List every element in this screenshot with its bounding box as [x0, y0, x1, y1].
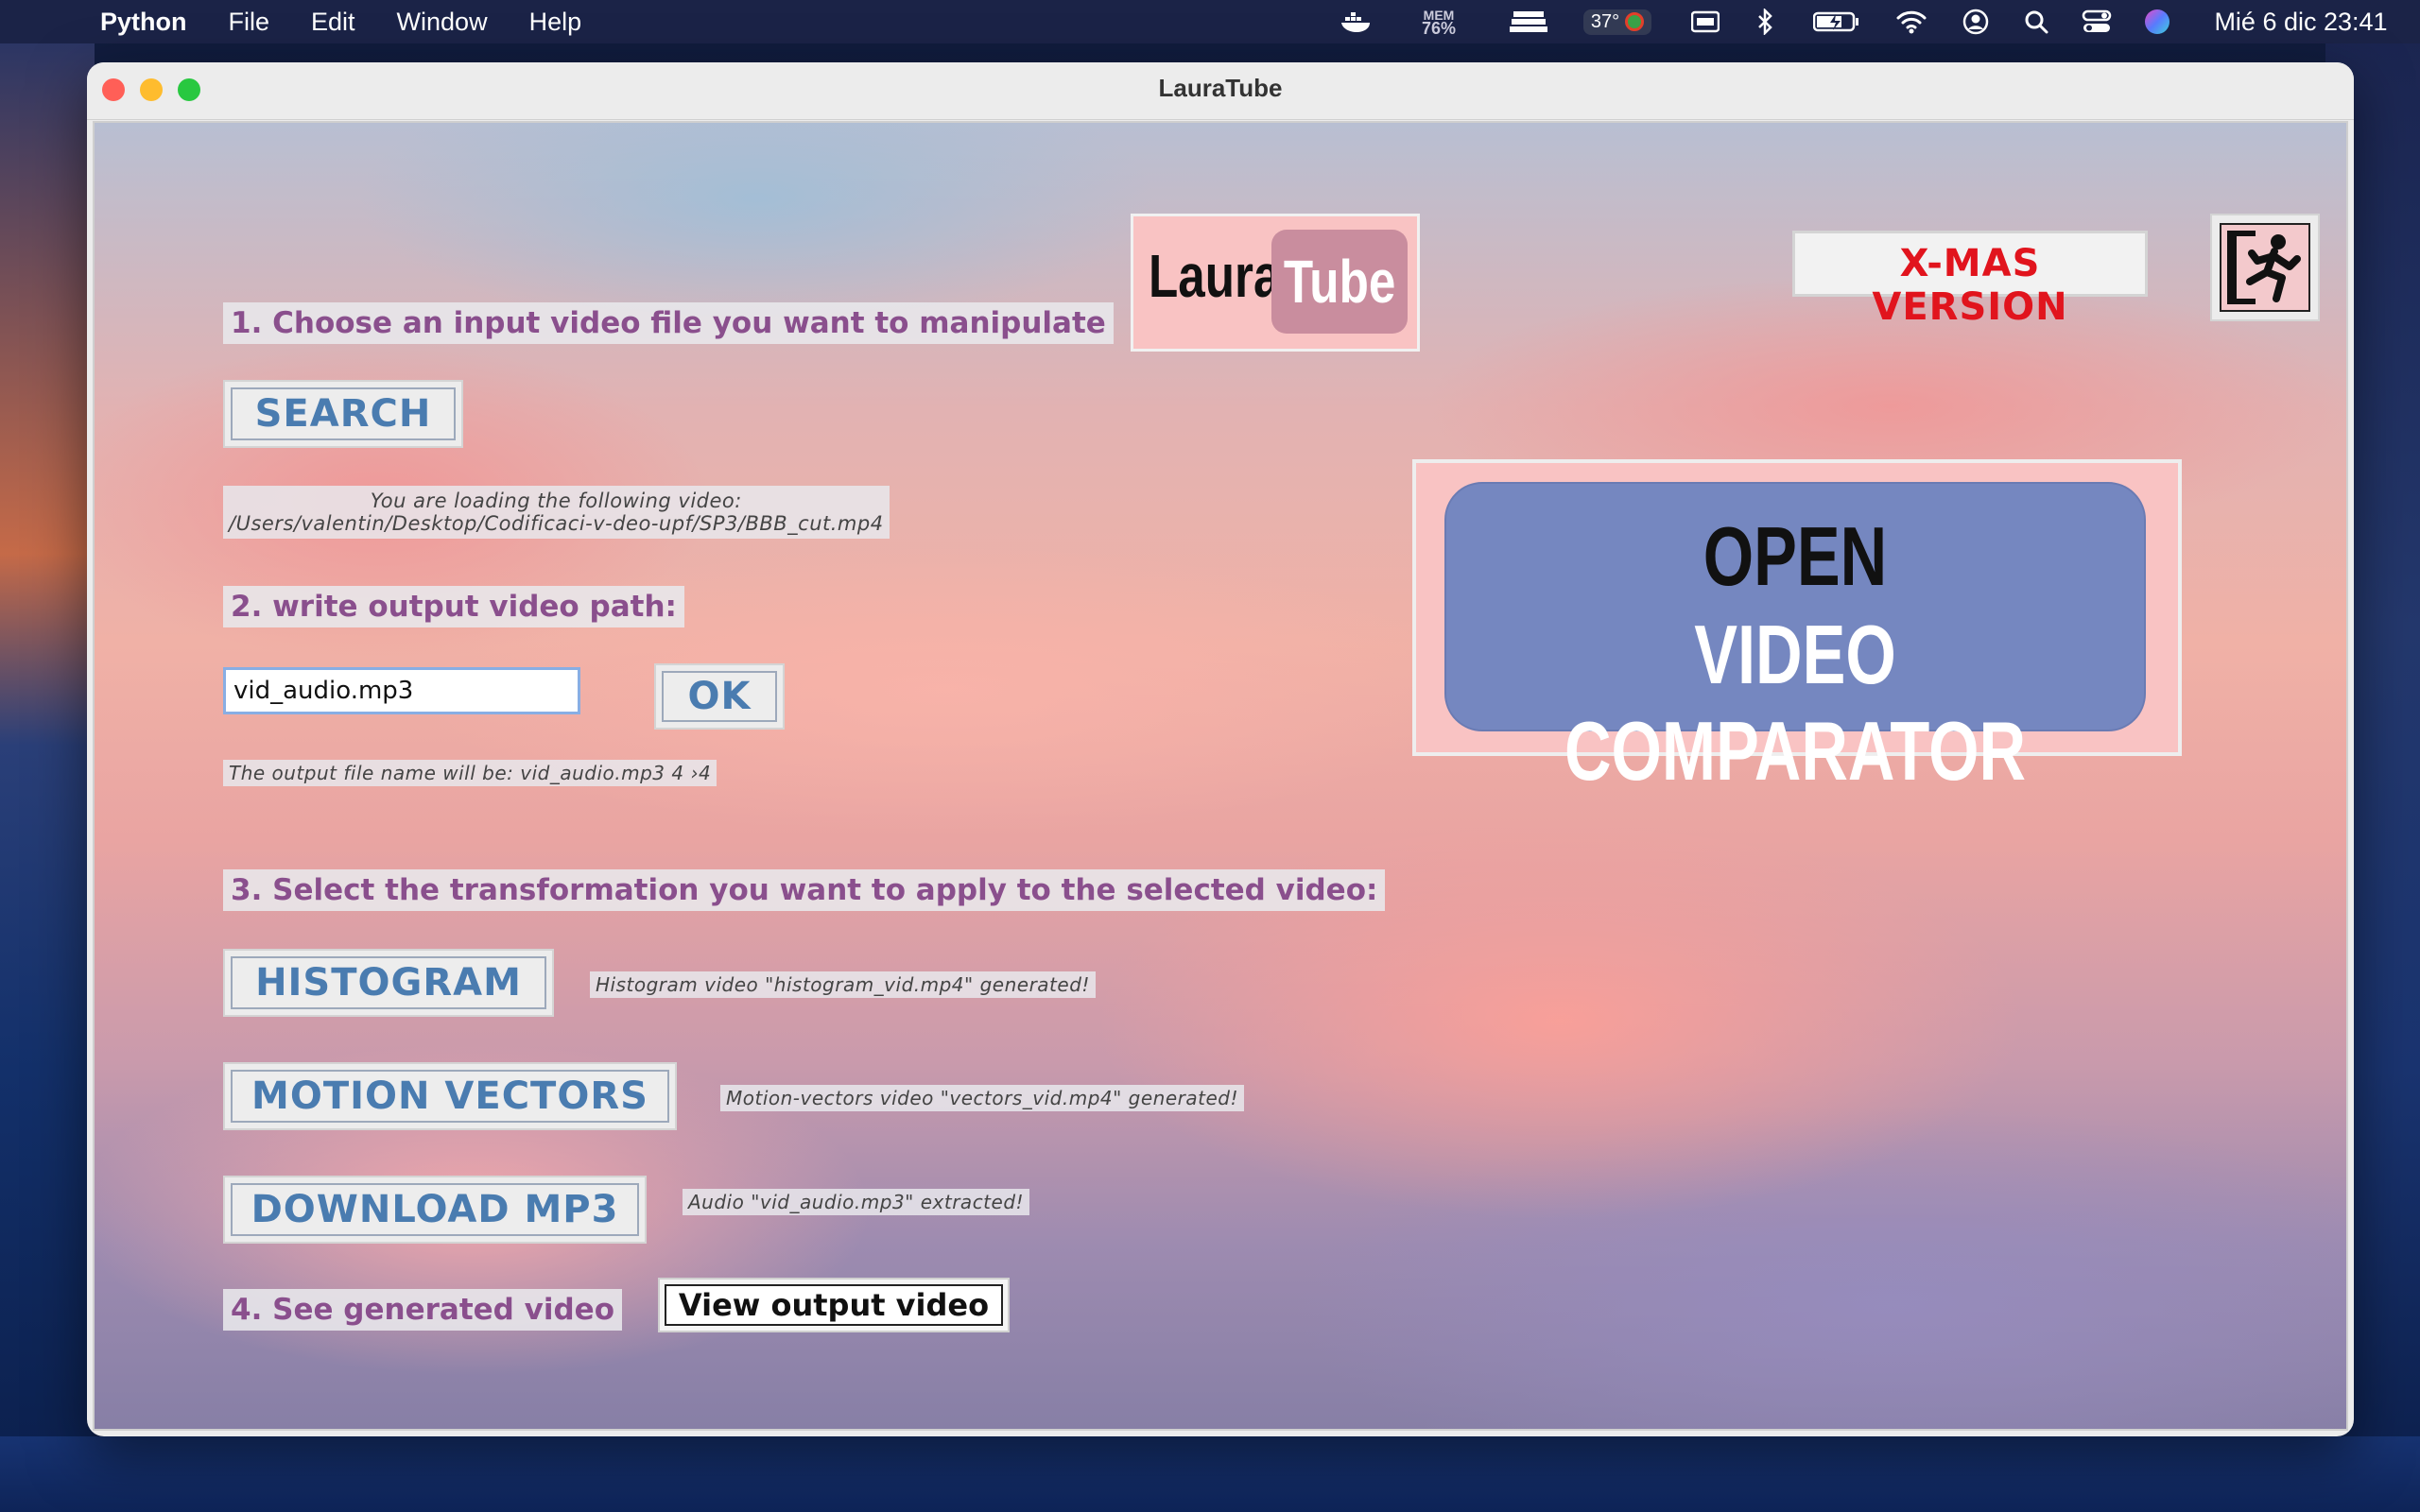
output-filename-info: The output file name will be: vid_audio.…: [223, 760, 717, 786]
comparator-line2: VIDEO COMPARATOR: [1564, 608, 2027, 798]
step1-label: 1. Choose an input video file you want t…: [223, 302, 1114, 344]
view-output-video-button[interactable]: View output video: [658, 1278, 1010, 1332]
control-center-icon[interactable]: [2078, 0, 2116, 43]
logo-text-tube: Tube: [1283, 248, 1396, 316]
temperature-icon[interactable]: 37°: [1579, 0, 1656, 43]
menu-bar-items: Python File Edit Window Help: [100, 8, 581, 37]
mem-value: 76%: [1421, 19, 1457, 38]
menu-clock[interactable]: Mié 6 dic 23:41: [2191, 0, 2411, 43]
download-mp3-button-label: DOWNLOAD MP3: [231, 1183, 639, 1236]
histogram-button-label: HISTOGRAM: [231, 956, 546, 1009]
comparator-line1: OPEN: [1703, 509, 1888, 603]
open-video-comparator-button[interactable]: OPEN VIDEO COMPARATOR: [1444, 482, 2146, 798]
lauratube-logo: Laura Tube: [1131, 214, 1420, 352]
search-button-label: SEARCH: [231, 387, 456, 440]
ok-button-label: OK: [662, 671, 777, 722]
menu-file[interactable]: File: [229, 8, 270, 37]
motion-vectors-button[interactable]: MOTION VECTORS: [223, 1062, 677, 1130]
search-icon[interactable]: [2017, 0, 2055, 43]
step2-label: 2. write output video path:: [223, 586, 684, 627]
window-title: LauraTube: [1158, 74, 1283, 102]
video-comparator-frame: OPEN VIDEO COMPARATOR: [1412, 459, 2182, 798]
xmas-version-button[interactable]: X-MAS VERSION: [1792, 231, 2148, 329]
exit-button[interactable]: [2210, 214, 2320, 321]
user-icon[interactable]: [1957, 0, 1995, 43]
search-button[interactable]: SEARCH: [223, 380, 463, 448]
motion-vectors-status: Motion-vectors video "vectors_vid.mp4" g…: [720, 1085, 1244, 1111]
view-output-video-label: View output video: [665, 1284, 1003, 1326]
mp3-status: Audio "vid_audio.mp3" extracted!: [683, 1189, 1030, 1215]
menu-app-name[interactable]: Python: [100, 8, 187, 37]
temperature-value: 37°: [1590, 10, 1620, 32]
menu-edit[interactable]: Edit: [311, 8, 355, 37]
docker-icon[interactable]: [1335, 0, 1378, 43]
ok-button[interactable]: OK: [654, 663, 785, 730]
histogram-status: Histogram video "histogram_vid.mp4" gene…: [590, 971, 1096, 998]
logo-text-laura: Laura: [1149, 242, 1281, 310]
desktop-wallpaper-bottom: [0, 1436, 2420, 1512]
app-window: LauraTube Laura Tube X-MAS VERSION 1. Ch…: [87, 62, 2354, 1436]
bluetooth-icon[interactable]: [1751, 0, 1779, 43]
step3-label: 3. Select the transformation you want to…: [223, 869, 1386, 911]
exit-icon: [2220, 223, 2310, 312]
app-canvas: Laura Tube X-MAS VERSION 1. Choose an in…: [93, 121, 2348, 1431]
menu-bar: Python File Edit Window Help MEM 76% 37°…: [0, 0, 2420, 43]
loading-info-line1: You are loading the following video:: [370, 490, 742, 512]
download-mp3-button[interactable]: DOWNLOAD MP3: [223, 1176, 647, 1244]
wifi-icon[interactable]: [1893, 0, 1930, 43]
battery-icon[interactable]: [1811, 0, 1862, 43]
window-titlebar: LauraTube: [87, 62, 2354, 120]
siri-icon[interactable]: [2138, 0, 2176, 43]
step4-label: 4. See generated video: [223, 1289, 622, 1331]
histogram-button[interactable]: HISTOGRAM: [223, 949, 554, 1017]
logo-tube-box: Tube: [1271, 230, 1408, 334]
desktop-wallpaper-left: [0, 38, 95, 1512]
xmas-version-label: X-MAS VERSION: [1872, 242, 2068, 329]
menu-help[interactable]: Help: [529, 8, 582, 37]
motion-vectors-button-label: MOTION VECTORS: [231, 1070, 669, 1123]
loading-info: You are loading the following video: /Us…: [223, 486, 890, 539]
menu-window[interactable]: Window: [397, 8, 488, 37]
display-icon[interactable]: [1686, 0, 1724, 43]
loading-info-line2: /Users/valentin/Desktop/Codificaci-v-deo…: [229, 512, 884, 535]
stack-icon[interactable]: [1507, 0, 1550, 43]
memory-icon[interactable]: MEM 76%: [1412, 0, 1465, 43]
output-path-input[interactable]: [223, 667, 580, 714]
